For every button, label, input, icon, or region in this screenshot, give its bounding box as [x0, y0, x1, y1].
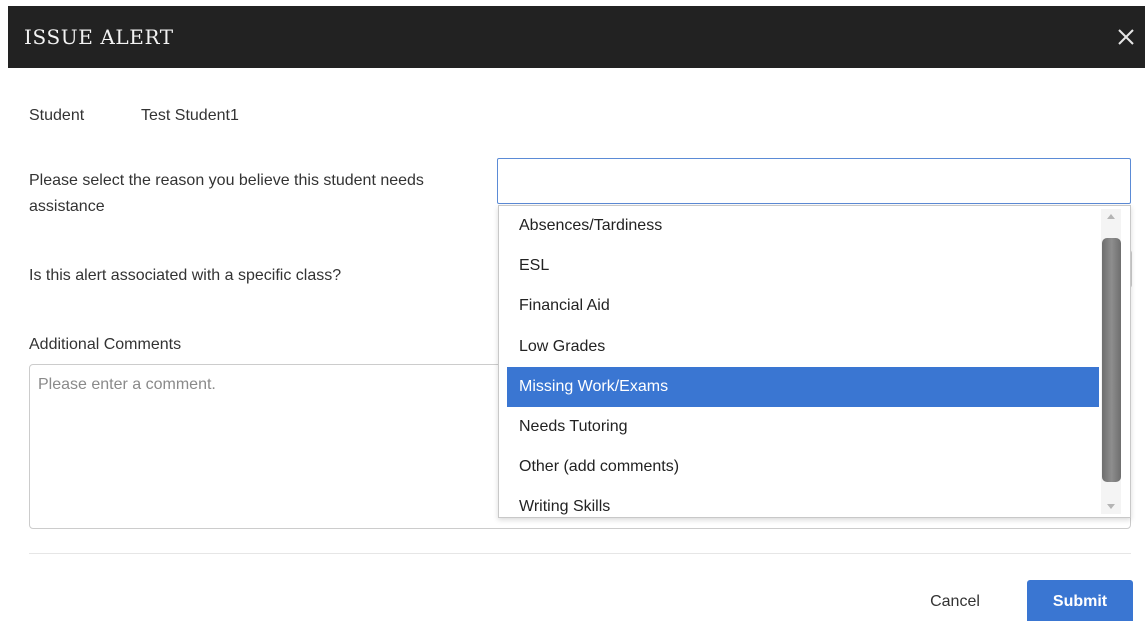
reason-select[interactable] [497, 158, 1131, 204]
submit-button[interactable]: Submit [1027, 580, 1133, 621]
comment-placeholder: Please enter a comment. [38, 376, 216, 393]
reason-label: Please select the reason you believe thi… [29, 172, 424, 215]
close-icon [1118, 29, 1134, 45]
dropdown-option-other[interactable]: Other (add comments) [507, 447, 1099, 487]
scroll-up-arrow-icon[interactable] [1107, 214, 1115, 219]
class-question-label: Is this alert associated with a specific… [29, 267, 342, 284]
dropdown-option-financial-aid[interactable]: Financial Aid [507, 286, 1099, 326]
dropdown-option-missing-work[interactable]: Missing Work/Exams [507, 367, 1099, 407]
scrollbar-thumb[interactable] [1102, 238, 1121, 482]
dialog-header: ISSUE ALERT [8, 6, 1145, 68]
close-button[interactable] [1109, 20, 1143, 54]
student-label: Student [29, 107, 85, 124]
student-name: Test Student1 [141, 107, 239, 124]
reason-dropdown-list[interactable]: Absences/Tardiness ESL Financial Aid Low… [498, 205, 1131, 518]
dropdown-option-writing-skills[interactable]: Writing Skills [507, 487, 1099, 517]
scroll-down-arrow-icon[interactable] [1107, 504, 1115, 509]
issue-alert-dialog: ISSUE ALERT Student Test Student1 Please… [0, 0, 1145, 621]
dropdown-option-low-grades[interactable]: Low Grades [507, 327, 1099, 367]
dialog-title: ISSUE ALERT [24, 25, 174, 49]
cancel-button[interactable]: Cancel [905, 580, 1005, 621]
footer-divider [29, 553, 1131, 554]
dropdown-option-needs-tutoring[interactable]: Needs Tutoring [507, 407, 1099, 447]
dropdown-scrollbar[interactable] [1101, 209, 1121, 514]
comments-label: Additional Comments [29, 336, 182, 353]
dropdown-option-esl[interactable]: ESL [507, 246, 1099, 286]
dropdown-option-absences[interactable]: Absences/Tardiness [507, 206, 1099, 246]
